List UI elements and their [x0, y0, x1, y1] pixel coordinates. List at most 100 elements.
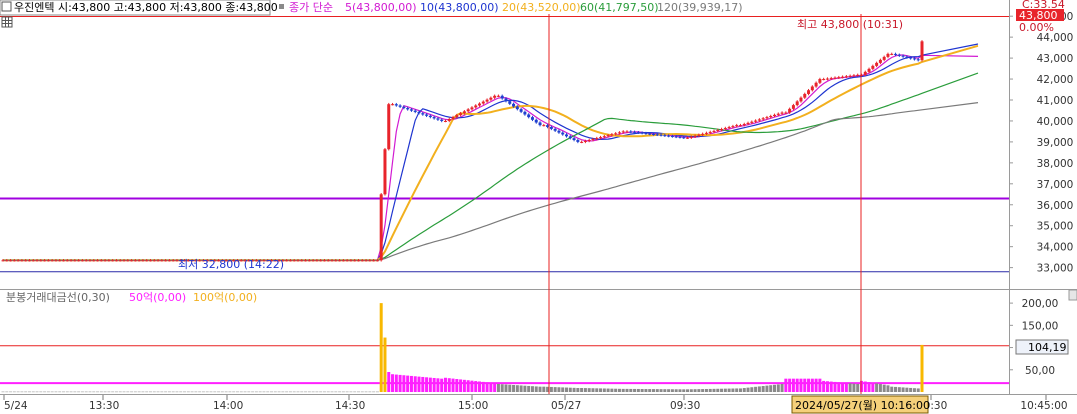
volume-bar: [814, 378, 818, 392]
volume-bar: [436, 378, 440, 392]
volume-bar: [890, 386, 894, 392]
volume-bar: [655, 389, 659, 392]
time-tick-label: 09:30: [670, 400, 700, 412]
candle-body: [701, 133, 705, 135]
volume-bar: [568, 387, 572, 392]
candle-body: [682, 137, 686, 139]
candle-body: [829, 78, 833, 80]
volume-bar: [307, 391, 311, 393]
candle-body: [304, 260, 308, 262]
candle-body: [368, 260, 372, 262]
candle-body: [341, 260, 345, 262]
candle-body: [345, 260, 349, 262]
candle-body: [833, 77, 837, 79]
volume-bar: [205, 391, 209, 393]
candle-body: [912, 58, 916, 60]
volume-bar: [602, 388, 606, 392]
candle-body: [20, 260, 24, 262]
volume-bar: [901, 387, 905, 392]
candle-body: [459, 113, 463, 116]
volume-bar: [583, 388, 587, 392]
volume-bar: [417, 376, 421, 392]
candle-body: [557, 130, 561, 133]
volume-bar: [296, 391, 300, 393]
candle-body: [481, 101, 485, 104]
volume-bar: [735, 388, 739, 392]
volume-bar: [152, 391, 156, 393]
volume-bar: [610, 388, 614, 392]
volume-bar: [621, 388, 625, 392]
candle-body: [599, 137, 603, 139]
candle-body: [80, 260, 84, 262]
volume-bar: [330, 391, 334, 393]
volume-bar: [409, 375, 413, 392]
volume-bar: [897, 387, 901, 392]
volume-bar: [247, 391, 251, 393]
candle-body: [621, 131, 625, 133]
candle-body: [810, 86, 814, 91]
time-tick-label: 15:00: [458, 400, 488, 412]
volume-bar: [682, 389, 686, 392]
candle-body: [720, 129, 724, 131]
volume-bar: [478, 381, 482, 392]
volume-bar: [285, 391, 289, 393]
volume-bar: [591, 388, 595, 392]
candle-body: [655, 134, 659, 136]
change-percent: 0.00%: [1019, 21, 1054, 34]
volume-bar: [118, 391, 122, 393]
volume-bar: [833, 381, 837, 392]
volume-bar: [750, 387, 754, 392]
volume-bar: [527, 385, 531, 392]
candle-body: [500, 95, 504, 99]
volume-bar: [65, 391, 69, 393]
time-tick-label: 13:30: [89, 400, 119, 412]
volume-bar: [432, 377, 436, 392]
candle-body: [617, 132, 621, 134]
volume-bar: [844, 382, 848, 392]
candle-body: [648, 133, 652, 135]
scrollbar[interactable]: [1068, 289, 1077, 301]
candle-body: [145, 260, 149, 262]
candle-body: [470, 107, 474, 110]
candle-body: [773, 114, 777, 116]
candle-body: [704, 132, 708, 134]
candle-body: [542, 125, 546, 127]
volume-bar: [277, 391, 281, 393]
volume-pane-label: 분봉거래대금선(0,30): [6, 291, 110, 304]
volume-bar: [96, 391, 100, 393]
volume-bar: [769, 385, 773, 392]
volume-bar: [716, 388, 720, 392]
grid-icon[interactable]: [1, 16, 13, 28]
volume-bar: [818, 378, 822, 392]
candle-body: [882, 56, 886, 60]
candle-body: [152, 260, 156, 262]
volume-bar: [617, 388, 621, 392]
volume-bar: [841, 382, 845, 392]
candle-body: [31, 260, 35, 262]
stock-chart: 45,00044,00043,00042,00041,00040,00039,0…: [0, 0, 1077, 414]
volume-bar: [372, 391, 376, 393]
candle-body: [58, 260, 62, 262]
volume-bar: [723, 388, 727, 392]
volume-bar: [1, 391, 5, 393]
candle-body: [651, 133, 655, 135]
volume-bar: [761, 386, 765, 392]
ma120-label: 120(39,939,17): [657, 1, 743, 14]
volume-bar: [183, 391, 187, 393]
volume-bar: [727, 388, 731, 392]
candle-body: [686, 137, 690, 139]
price-tick-label: 43,000: [1037, 53, 1074, 65]
volume-bar: [667, 389, 671, 392]
candle-body: [413, 110, 417, 112]
candle-body: [674, 136, 678, 138]
volume-bar: [686, 389, 690, 392]
candle-body: [504, 98, 508, 102]
candle-body: [848, 75, 852, 77]
volume-bar: [712, 388, 716, 392]
collapse-checkbox[interactable]: [1, 1, 12, 12]
candle-body: [54, 260, 58, 262]
candle-body: [591, 139, 595, 141]
volume-bar: [708, 388, 712, 392]
candle-body: [723, 128, 727, 130]
volume-bar: [587, 388, 591, 392]
